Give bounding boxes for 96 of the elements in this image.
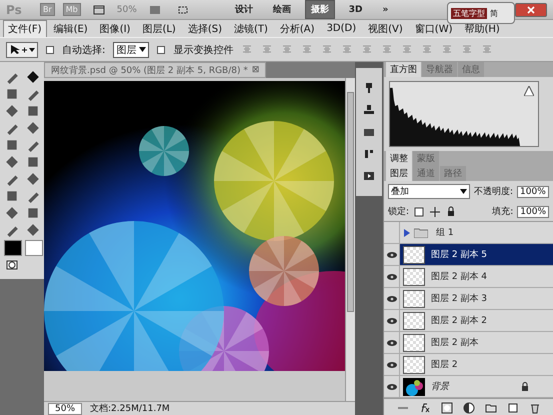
new-layer-icon[interactable] [506,402,518,414]
auto-select-checkbox[interactable] [46,46,54,54]
layer-row[interactable]: 组 1 [384,222,553,244]
tool-icon[interactable] [25,70,41,84]
adjustment-layer-icon[interactable] [462,402,474,414]
menu-item[interactable]: 分析(A) [274,20,320,38]
quick-mask-icon[interactable] [4,259,20,271]
document-tab[interactable]: 网纹背景.psd @ 50% (图层 2 副本 5, RGB/8) * ⊠ [44,62,266,78]
workspace-button[interactable]: 设计 [228,0,259,19]
layer-row[interactable]: 图层 2 副本 3 [384,288,553,310]
ime-toolbar[interactable]: 五笔字型 简 [447,2,515,24]
new-group-icon[interactable] [484,402,496,414]
caret-icon [29,46,35,52]
ime-mode[interactable]: 简 [490,8,498,18]
opacity-field[interactable]: 100% [517,186,549,198]
layer-name: 组 1 [436,226,455,239]
panel-tab[interactable]: 直方图 [386,62,421,77]
workspace-button[interactable]: 摄影 [304,0,335,19]
layer-row[interactable]: 图层 2 副本 2 [384,310,553,332]
layer-thumbnail [403,378,425,396]
eye-icon[interactable] [384,310,400,331]
layer-row[interactable]: 背景 [384,376,553,398]
clone-stamp-icon[interactable] [363,104,375,116]
layer-thumbnail [403,268,425,286]
eye-icon[interactable] [384,244,400,265]
move-tool-icon [9,44,27,56]
ime-name[interactable]: 五笔字型 [451,8,487,18]
lock-icon [521,382,529,391]
eye-icon[interactable] [384,354,400,375]
menu-item[interactable]: 图层(L) [137,20,181,38]
fill-label: 填充: [492,206,514,218]
history-icon[interactable] [363,148,375,160]
layer-name: 图层 2 副本 5 [431,248,488,261]
app-logo: Ps [6,2,23,16]
layer-name: 图层 2 [431,359,459,371]
show-transform-checkbox[interactable] [157,46,166,54]
panel-tab[interactable]: 调整 [386,151,412,166]
document-size: 文档:2.25M/11.7M [90,402,170,415]
scrollbar-thumb[interactable] [347,92,354,312]
eye-icon[interactable] [384,376,400,397]
background-color-swatch[interactable] [25,240,43,256]
layer-name: 图层 2 副本 [431,336,480,349]
blend-mode-dropdown[interactable]: 叠加 [388,184,470,199]
layer-thumbnail [403,246,425,264]
layer-thumbnail [403,312,425,330]
layer-mask-icon[interactable] [440,402,452,414]
layer-thumbnail [403,290,425,308]
brush-icon[interactable] [363,82,375,94]
zoom-field[interactable]: 50% [48,402,82,414]
document-title: 网纹背景.psd @ 50% (图层 2 副本 5, RGB/8) * [51,64,248,76]
auto-select-dropdown[interactable]: 图层 [113,42,150,58]
layer-name: 图层 2 副本 4 [431,270,488,283]
menu-item[interactable]: 滤镜(T) [228,20,273,38]
show-transform-label: 显示变换控件 [173,44,234,56]
play-icon[interactable] [363,170,375,182]
mini-bridge-icon[interactable] [363,126,375,138]
layer-row[interactable]: 图层 2 副本 4 [384,266,553,288]
caret-icon [139,47,146,52]
fx-icon[interactable] [418,402,430,414]
expand-arrow-icon[interactable] [404,228,410,236]
menu-item[interactable]: 图像(I) [94,20,136,38]
eye-icon[interactable] [384,288,400,309]
workspace-button[interactable]: 绘画 [266,0,297,19]
layer-name: 图层 2 副本 3 [431,292,488,305]
layer-thumbnail [403,356,425,374]
menu-item[interactable]: 3D(D) [322,21,362,36]
close-tab-button[interactable]: ⊠ [252,65,260,75]
menu-item[interactable]: 编辑(E) [48,20,93,38]
layer-row[interactable]: 图层 2 [384,354,553,376]
layer-row[interactable]: 图层 2 副本 5 [384,244,553,266]
eye-icon[interactable] [384,266,400,287]
tool-preset-picker[interactable] [6,42,38,58]
foreground-color-swatch[interactable] [4,240,22,256]
lock-label: 锁定: [388,206,410,218]
workspace-button[interactable]: 3D [342,2,369,18]
warning-icon [524,86,534,96]
caret-icon [460,189,467,194]
layer-name: 背景 [431,380,450,393]
panel-tab[interactable]: 图层 [386,166,412,181]
layer-row[interactable]: 图层 2 副本 [384,332,553,354]
lock-position-icon[interactable] [429,206,442,218]
layer-thumbnail [403,334,425,352]
fill-field[interactable]: 100% [517,206,549,218]
close-button[interactable] [515,2,547,16]
menu-item[interactable]: 文件(F) [3,20,47,38]
opacity-label: 不透明度: [474,186,514,198]
trash-icon[interactable] [528,402,540,414]
close-icon [527,6,535,14]
more-workspaces-button[interactable]: » [376,2,394,18]
folder-icon [414,228,428,238]
eye-icon[interactable] [384,332,400,353]
menu-item[interactable]: 视图(V) [363,20,408,38]
layer-name: 图层 2 副本 2 [431,314,488,327]
lock-pixels-icon[interactable] [413,206,426,218]
menu-item[interactable]: 选择(S) [182,20,227,38]
auto-select-label: 自动选择: [62,44,106,56]
